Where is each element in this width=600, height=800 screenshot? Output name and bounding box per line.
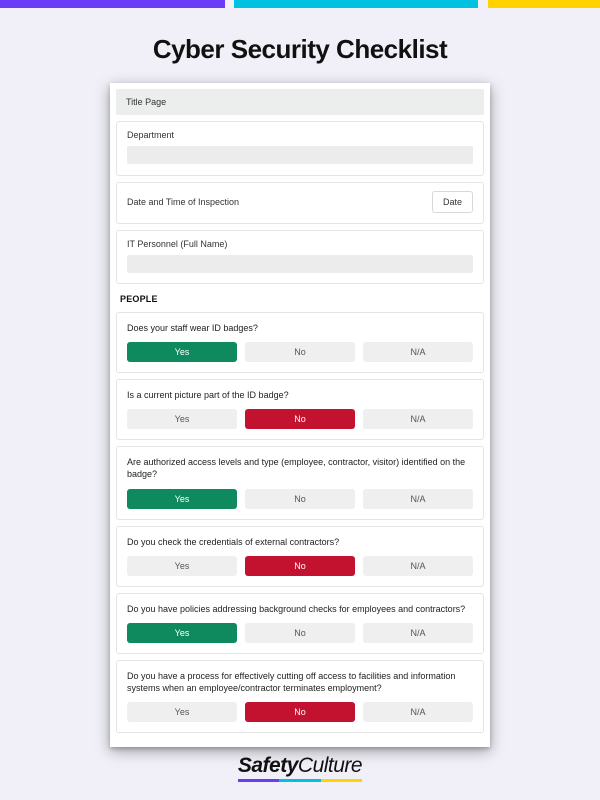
choice-row: Yes No N/A [127,702,473,722]
choice-no-button[interactable]: No [245,556,355,576]
checklist-panel: Title Page Department Date and Time of I… [110,83,490,747]
question-card: Does your staff wear ID badges? Yes No N/A [116,312,484,373]
question-text: Do you have policies addressing backgrou… [127,603,473,615]
choice-no-button[interactable]: No [245,342,355,362]
choice-na-button[interactable]: N/A [363,623,473,643]
date-button[interactable]: Date [432,191,473,213]
brand-bold: Safety [238,754,298,777]
question-card: Is a current picture part of the ID badg… [116,379,484,440]
choice-row: Yes No N/A [127,556,473,576]
brand-light: Culture [298,754,362,777]
department-input[interactable] [127,146,473,164]
accent-bar [0,0,600,8]
page-title: Cyber Security Checklist [0,34,600,65]
choice-row: Yes No N/A [127,489,473,509]
personnel-label: IT Personnel (Full Name) [127,239,473,249]
question-text: Do you have a process for effectively cu… [127,670,473,694]
question-text: Does your staff wear ID badges? [127,322,473,334]
choice-na-button[interactable]: N/A [363,702,473,722]
department-label: Department [127,130,473,140]
choice-yes-button[interactable]: Yes [127,702,237,722]
section-header-title-page: Title Page [116,89,484,115]
choice-na-button[interactable]: N/A [363,342,473,362]
field-card-datetime: Date and Time of Inspection Date [116,182,484,224]
choice-no-button[interactable]: No [245,489,355,509]
choice-yes-button[interactable]: Yes [127,623,237,643]
question-text: Do you check the credentials of external… [127,536,473,548]
choice-row: Yes No N/A [127,342,473,362]
choice-yes-button[interactable]: Yes [127,556,237,576]
field-card-department: Department [116,121,484,176]
choice-na-button[interactable]: N/A [363,556,473,576]
question-card: Do you have policies addressing backgrou… [116,593,484,654]
choice-row: Yes No N/A [127,409,473,429]
field-card-personnel: IT Personnel (Full Name) [116,230,484,285]
question-card: Do you have a process for effectively cu… [116,660,484,733]
question-card: Do you check the credentials of external… [116,526,484,587]
choice-row: Yes No N/A [127,623,473,643]
choice-no-button[interactable]: No [245,623,355,643]
brand-logo: SafetyCulture [0,754,600,778]
question-text: Are authorized access levels and type (e… [127,456,473,480]
question-card: Are authorized access levels and type (e… [116,446,484,519]
personnel-input[interactable] [127,255,473,273]
choice-yes-button[interactable]: Yes [127,489,237,509]
group-label-people: PEOPLE [120,294,480,304]
choice-yes-button[interactable]: Yes [127,342,237,362]
choice-na-button[interactable]: N/A [363,409,473,429]
datetime-label: Date and Time of Inspection [127,197,239,207]
choice-no-button[interactable]: No [245,702,355,722]
question-text: Is a current picture part of the ID badg… [127,389,473,401]
choice-no-button[interactable]: No [245,409,355,429]
choice-yes-button[interactable]: Yes [127,409,237,429]
choice-na-button[interactable]: N/A [363,489,473,509]
